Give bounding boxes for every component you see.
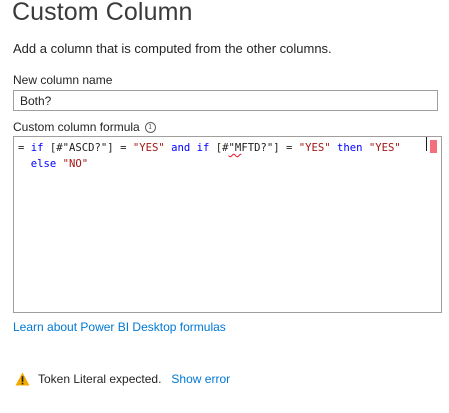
formula-token: FTD?"] = — [241, 142, 299, 154]
formula-string: "YES" — [298, 142, 331, 154]
show-error-link[interactable]: Show error — [171, 372, 230, 386]
formula-editor[interactable]: = if [#"ASCD?"] = "YES" and if [#"MFTD?"… — [13, 136, 442, 313]
status-message: Token Literal expected. — [38, 372, 162, 386]
column-name-label: New column name — [13, 73, 113, 87]
formula-text[interactable]: = if [#"ASCD?"] = "YES" and if [#"MFTD?"… — [18, 140, 423, 172]
formula-keyword: if — [196, 142, 210, 154]
editor-scroll-indicator — [426, 137, 427, 151]
warning-icon — [15, 372, 30, 386]
formula-string: "NO" — [62, 158, 89, 170]
formula-string: "YES" — [132, 142, 165, 154]
formula-keyword: else — [30, 158, 57, 170]
dialog-subtitle: Add a column that is computed from the o… — [13, 41, 332, 56]
formula-token: [# — [209, 142, 229, 154]
formula-label: Custom column formula — [13, 120, 140, 134]
formula-error-token: "M — [228, 142, 242, 154]
formula-keyword: and — [171, 142, 191, 154]
column-name-input[interactable] — [13, 90, 438, 111]
formula-keyword: if — [30, 142, 44, 154]
custom-column-dialog: Custom Column Add a column that is compu… — [0, 0, 449, 413]
dialog-title: Custom Column — [12, 0, 193, 26]
formula-label-row: Custom column formula i — [13, 120, 156, 134]
learn-formulas-link[interactable]: Learn about Power BI Desktop formulas — [13, 320, 226, 334]
info-icon[interactable]: i — [144, 121, 156, 133]
formula-token: [#"ASCD?"] = — [43, 142, 133, 154]
formula-string: "YES" — [368, 142, 401, 154]
formula-token: = — [18, 142, 31, 154]
formula-keyword: then — [337, 142, 363, 154]
error-marker[interactable] — [430, 140, 437, 153]
status-bar: Token Literal expected. Show error — [15, 372, 230, 386]
formula-token — [18, 158, 31, 170]
